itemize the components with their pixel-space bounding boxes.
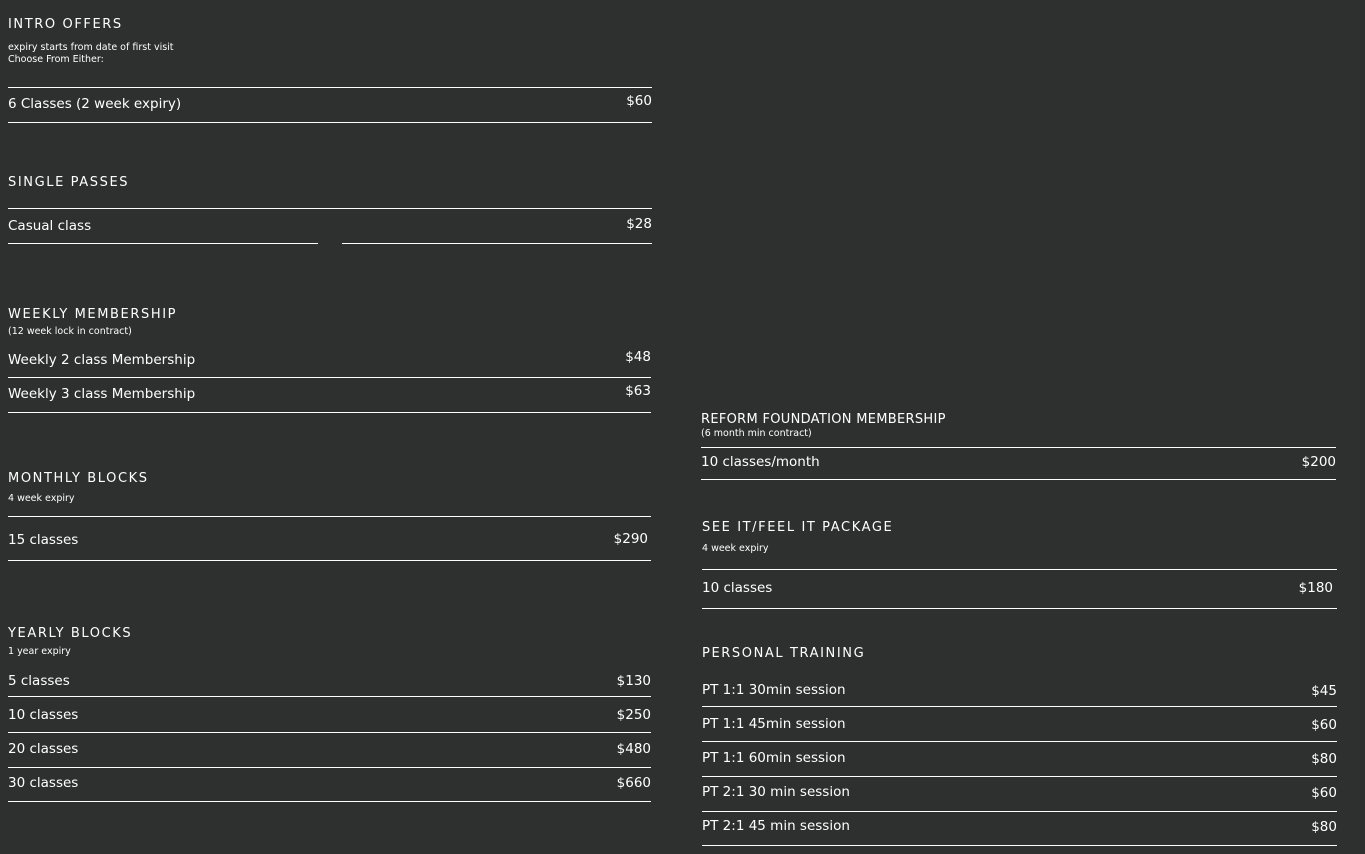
divider [702, 706, 1337, 707]
divider [342, 243, 652, 244]
item-name: 20 classes [8, 741, 79, 757]
section-title: INTRO OFFERS [8, 17, 123, 32]
divider [8, 767, 651, 768]
section-title: WEEKLY MEMBERSHIP [8, 307, 178, 322]
item-name: Weekly 2 class Membership [8, 352, 196, 368]
divider [702, 608, 1337, 609]
item-price: $60 [1311, 785, 1337, 801]
section-title: SEE IT/FEEL IT PACKAGE [702, 520, 894, 535]
divider [8, 122, 652, 123]
item-name: PT 1:1 30min session [702, 682, 846, 698]
divider [702, 741, 1337, 742]
section-subtitle: (6 month min contract) [701, 428, 812, 439]
divider [8, 801, 651, 802]
divider [8, 377, 651, 378]
item-price: $80 [1311, 819, 1337, 835]
item-price: $180 [1298, 580, 1333, 596]
divider [8, 696, 651, 697]
divider [701, 447, 1336, 448]
item-price: $660 [616, 775, 651, 791]
item-price: $60 [626, 93, 652, 109]
item-price: $48 [625, 349, 651, 365]
item-name: 10 classes/month [701, 454, 820, 470]
item-price: $63 [625, 383, 651, 399]
section-subtitle: expiry starts from date of first visit [8, 42, 174, 53]
section-title: YEARLY BLOCKS [8, 626, 133, 641]
item-price: $290 [613, 531, 648, 547]
divider [8, 243, 318, 244]
item-name: PT 2:1 30 min session [702, 784, 850, 800]
section-subtitle: 4 week expiry [702, 543, 769, 554]
divider [702, 845, 1337, 846]
section-subtitle: 4 week expiry [8, 493, 75, 504]
item-name: 15 classes [8, 532, 79, 548]
divider [8, 560, 651, 561]
item-price: $45 [1311, 683, 1337, 699]
divider [8, 412, 651, 413]
item-price: $200 [1301, 454, 1336, 470]
item-name: 10 classes [702, 580, 773, 596]
item-name: 10 classes [8, 707, 79, 723]
section-title: SINGLE PASSES [8, 175, 130, 190]
item-name: PT 2:1 45 min session [702, 818, 850, 834]
section-title: MONTHLY BLOCKS [8, 471, 149, 486]
item-name: 5 classes [8, 673, 70, 689]
item-price: $60 [1311, 717, 1337, 733]
item-name: Casual class [8, 218, 92, 234]
item-name: Weekly 3 class Membership [8, 386, 196, 402]
item-price: $28 [626, 216, 652, 232]
divider [702, 569, 1337, 570]
item-price: $250 [616, 707, 651, 723]
section-subtitle: 1 year expiry [8, 646, 71, 657]
divider [701, 479, 1336, 480]
divider [702, 776, 1337, 777]
item-name: 30 classes [8, 775, 79, 791]
section-title: REFORM FOUNDATION MEMBERSHIP [701, 412, 946, 427]
divider [8, 208, 652, 209]
item-price: $130 [616, 673, 651, 689]
divider [8, 87, 652, 88]
section-subtitle: Choose From Either: [8, 54, 104, 65]
item-name: PT 1:1 45min session [702, 716, 846, 732]
item-name: PT 1:1 60min session [702, 750, 846, 766]
item-price: $480 [616, 741, 651, 757]
section-subtitle: (12 week lock in contract) [8, 326, 132, 337]
section-title: PERSONAL TRAINING [702, 646, 866, 661]
item-name: 6 Classes (2 week expiry) [8, 96, 182, 112]
divider [8, 732, 651, 733]
divider [702, 811, 1337, 812]
divider [8, 516, 651, 517]
item-price: $80 [1311, 751, 1337, 767]
